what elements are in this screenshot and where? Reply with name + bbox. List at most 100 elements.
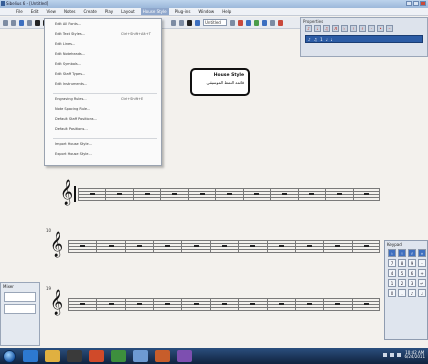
keypad-key[interactable]: 3 (408, 279, 416, 287)
menu-item[interactable]: Edit Symbols... (55, 62, 81, 66)
whole-rest[interactable] (364, 193, 369, 195)
whole-rest[interactable] (250, 303, 255, 305)
whole-rest[interactable] (165, 303, 170, 305)
whole-rest[interactable] (194, 303, 199, 305)
keypad-key[interactable]: ♩ (418, 289, 426, 297)
whole-rest[interactable] (194, 245, 199, 247)
whole-rest[interactable] (279, 303, 284, 305)
whole-rest[interactable] (137, 245, 142, 247)
view-icon[interactable] (195, 19, 200, 26)
keypad-key[interactable]: 4 (388, 269, 396, 277)
whole-rest[interactable] (227, 193, 232, 195)
keypad-key[interactable]: 8 (398, 259, 406, 267)
whole-rest[interactable] (307, 303, 312, 305)
menu-item[interactable]: Edit Instruments... (55, 82, 87, 86)
whole-rest[interactable] (80, 245, 85, 247)
sibelius-taskbar-icon[interactable] (133, 350, 148, 362)
keypad-toggle-icon[interactable] (262, 19, 267, 26)
menu-file[interactable]: File (14, 8, 25, 15)
record-icon[interactable] (238, 19, 243, 26)
keypad-key[interactable]: 7 (388, 259, 396, 267)
menu-item[interactable]: Import House Style... (55, 142, 92, 146)
ideas-icon[interactable] (278, 19, 283, 26)
keypad-key[interactable]: ♪ (408, 289, 416, 297)
palette-symbol-button[interactable]: – (386, 25, 393, 32)
menu-notes[interactable]: Notes (62, 8, 78, 15)
menu-item[interactable]: Note Spacing Rule... (55, 107, 90, 111)
whole-rest[interactable] (307, 245, 312, 247)
whole-rest[interactable] (117, 193, 122, 195)
open-file-icon[interactable] (11, 19, 16, 26)
play-icon[interactable] (246, 19, 251, 26)
keypad-key[interactable]: ♮ (398, 249, 406, 257)
whole-rest[interactable] (145, 193, 150, 195)
folder-icon[interactable] (45, 350, 60, 362)
whole-rest[interactable] (90, 193, 95, 195)
save-icon[interactable] (19, 19, 24, 26)
whole-rest[interactable] (309, 193, 314, 195)
copy-icon[interactable] (179, 19, 184, 26)
menu-plug-ins[interactable]: Plug-ins (173, 8, 193, 15)
mixer-channel-strip[interactable] (4, 304, 36, 314)
menu-edit[interactable]: Edit (29, 8, 41, 15)
whole-rest[interactable] (137, 303, 142, 305)
cut-icon[interactable] (171, 19, 176, 26)
keypad-key[interactable]: - (418, 259, 426, 267)
menu-item[interactable]: Default Positions... (55, 127, 88, 131)
keypad-key[interactable]: 5 (398, 269, 406, 277)
whole-rest[interactable] (337, 193, 342, 195)
chrome-icon[interactable] (111, 350, 126, 362)
start-button-icon[interactable] (3, 349, 16, 363)
whole-rest[interactable] (335, 245, 340, 247)
menu-play[interactable]: Play (103, 8, 115, 15)
keypad-key[interactable]: 0 (388, 289, 396, 297)
whole-rest[interactable] (109, 245, 114, 247)
whole-rest[interactable] (165, 245, 170, 247)
new-file-icon[interactable] (3, 19, 8, 26)
menu-item[interactable]: Edit Lines... (55, 42, 75, 46)
keypad-key[interactable]: . (398, 289, 406, 297)
clock[interactable]: 10:42 AM 6/24/2011 (404, 351, 425, 359)
menu-item[interactable]: Edit Text Styles... (55, 32, 85, 36)
network-icon[interactable] (383, 353, 388, 357)
menu-item[interactable]: Default Staff Positions... (55, 117, 97, 121)
menu-create[interactable]: Create (82, 8, 99, 15)
whole-rest[interactable] (364, 303, 369, 305)
whole-rest[interactable] (279, 245, 284, 247)
undo-icon[interactable] (35, 19, 40, 26)
maximize-button[interactable] (413, 1, 419, 6)
menu-view[interactable]: View (44, 8, 58, 15)
close-button[interactable] (420, 1, 426, 6)
menu-window[interactable]: Window (196, 8, 216, 15)
keypad-key[interactable]: » (418, 249, 426, 257)
menu-item[interactable]: Export House Style... (55, 152, 92, 156)
keypad-key[interactable]: + (418, 269, 426, 277)
keypad-key[interactable]: 2 (398, 279, 406, 287)
navigator-icon[interactable] (254, 19, 259, 26)
menu-help[interactable]: Help (220, 8, 233, 15)
media-icon[interactable] (89, 350, 104, 362)
keypad-key[interactable]: ♭ (388, 249, 396, 257)
menu-item[interactable]: Edit Staff Types... (55, 72, 85, 76)
whole-rest[interactable] (364, 245, 369, 247)
flag-icon[interactable] (397, 353, 402, 357)
keypad-key[interactable]: 6 (408, 269, 416, 277)
pencil-icon[interactable] (187, 19, 192, 26)
media-player-icon[interactable] (67, 350, 82, 362)
whole-rest[interactable] (80, 303, 85, 305)
menu-layout[interactable]: Layout (119, 8, 137, 15)
minimize-button[interactable] (406, 1, 412, 6)
print-icon[interactable] (27, 19, 32, 26)
whole-rest[interactable] (109, 303, 114, 305)
keypad-key[interactable]: 1 (388, 279, 396, 287)
ie-icon[interactable] (23, 350, 38, 362)
whole-rest[interactable] (254, 193, 259, 195)
whole-rest[interactable] (222, 245, 227, 247)
app-taskbar-icon[interactable] (177, 350, 192, 362)
mixer-icon[interactable] (270, 19, 275, 26)
staff[interactable] (68, 240, 380, 253)
keypad-key[interactable]: 9 (408, 259, 416, 267)
staff[interactable] (78, 188, 380, 201)
whole-rest[interactable] (200, 193, 205, 195)
whole-rest[interactable] (250, 245, 255, 247)
